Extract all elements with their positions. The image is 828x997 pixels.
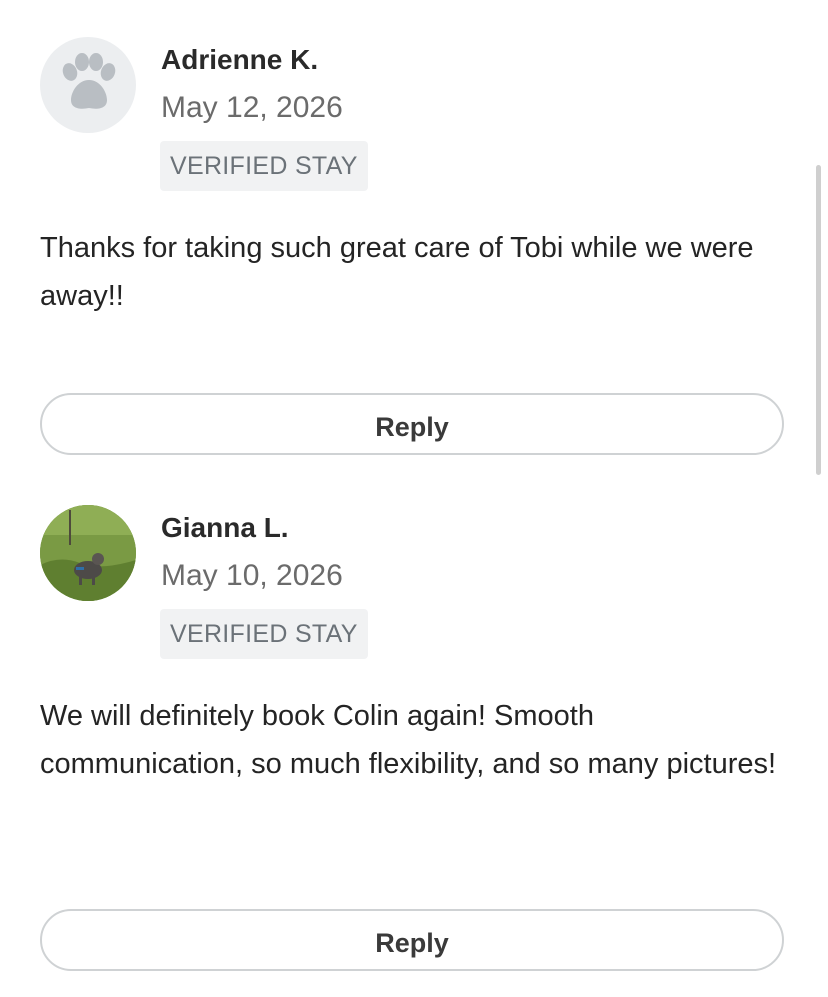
reviewer-name: Gianna L.: [161, 512, 289, 543]
paw-icon: [62, 53, 116, 109]
review-date: May 12, 2026: [161, 91, 343, 124]
review-date: May 10, 2026: [161, 559, 343, 592]
dog-photo: [40, 505, 136, 601]
avatar: [40, 505, 136, 601]
scrollbar-thumb[interactable]: [816, 165, 821, 475]
review-text: Thanks for taking such great care of Tob…: [40, 232, 754, 312]
reply-button[interactable]: Reply: [40, 393, 784, 455]
reply-button[interactable]: Reply: [40, 909, 784, 971]
verified-stay-badge: VERIFIED STAY: [160, 609, 368, 659]
review-text: We will definitely book Colin again! Smo…: [40, 700, 777, 780]
verified-stay-badge: VERIFIED STAY: [160, 141, 368, 191]
reviewer-name: Adrienne K.: [161, 44, 319, 75]
avatar: [40, 37, 136, 133]
